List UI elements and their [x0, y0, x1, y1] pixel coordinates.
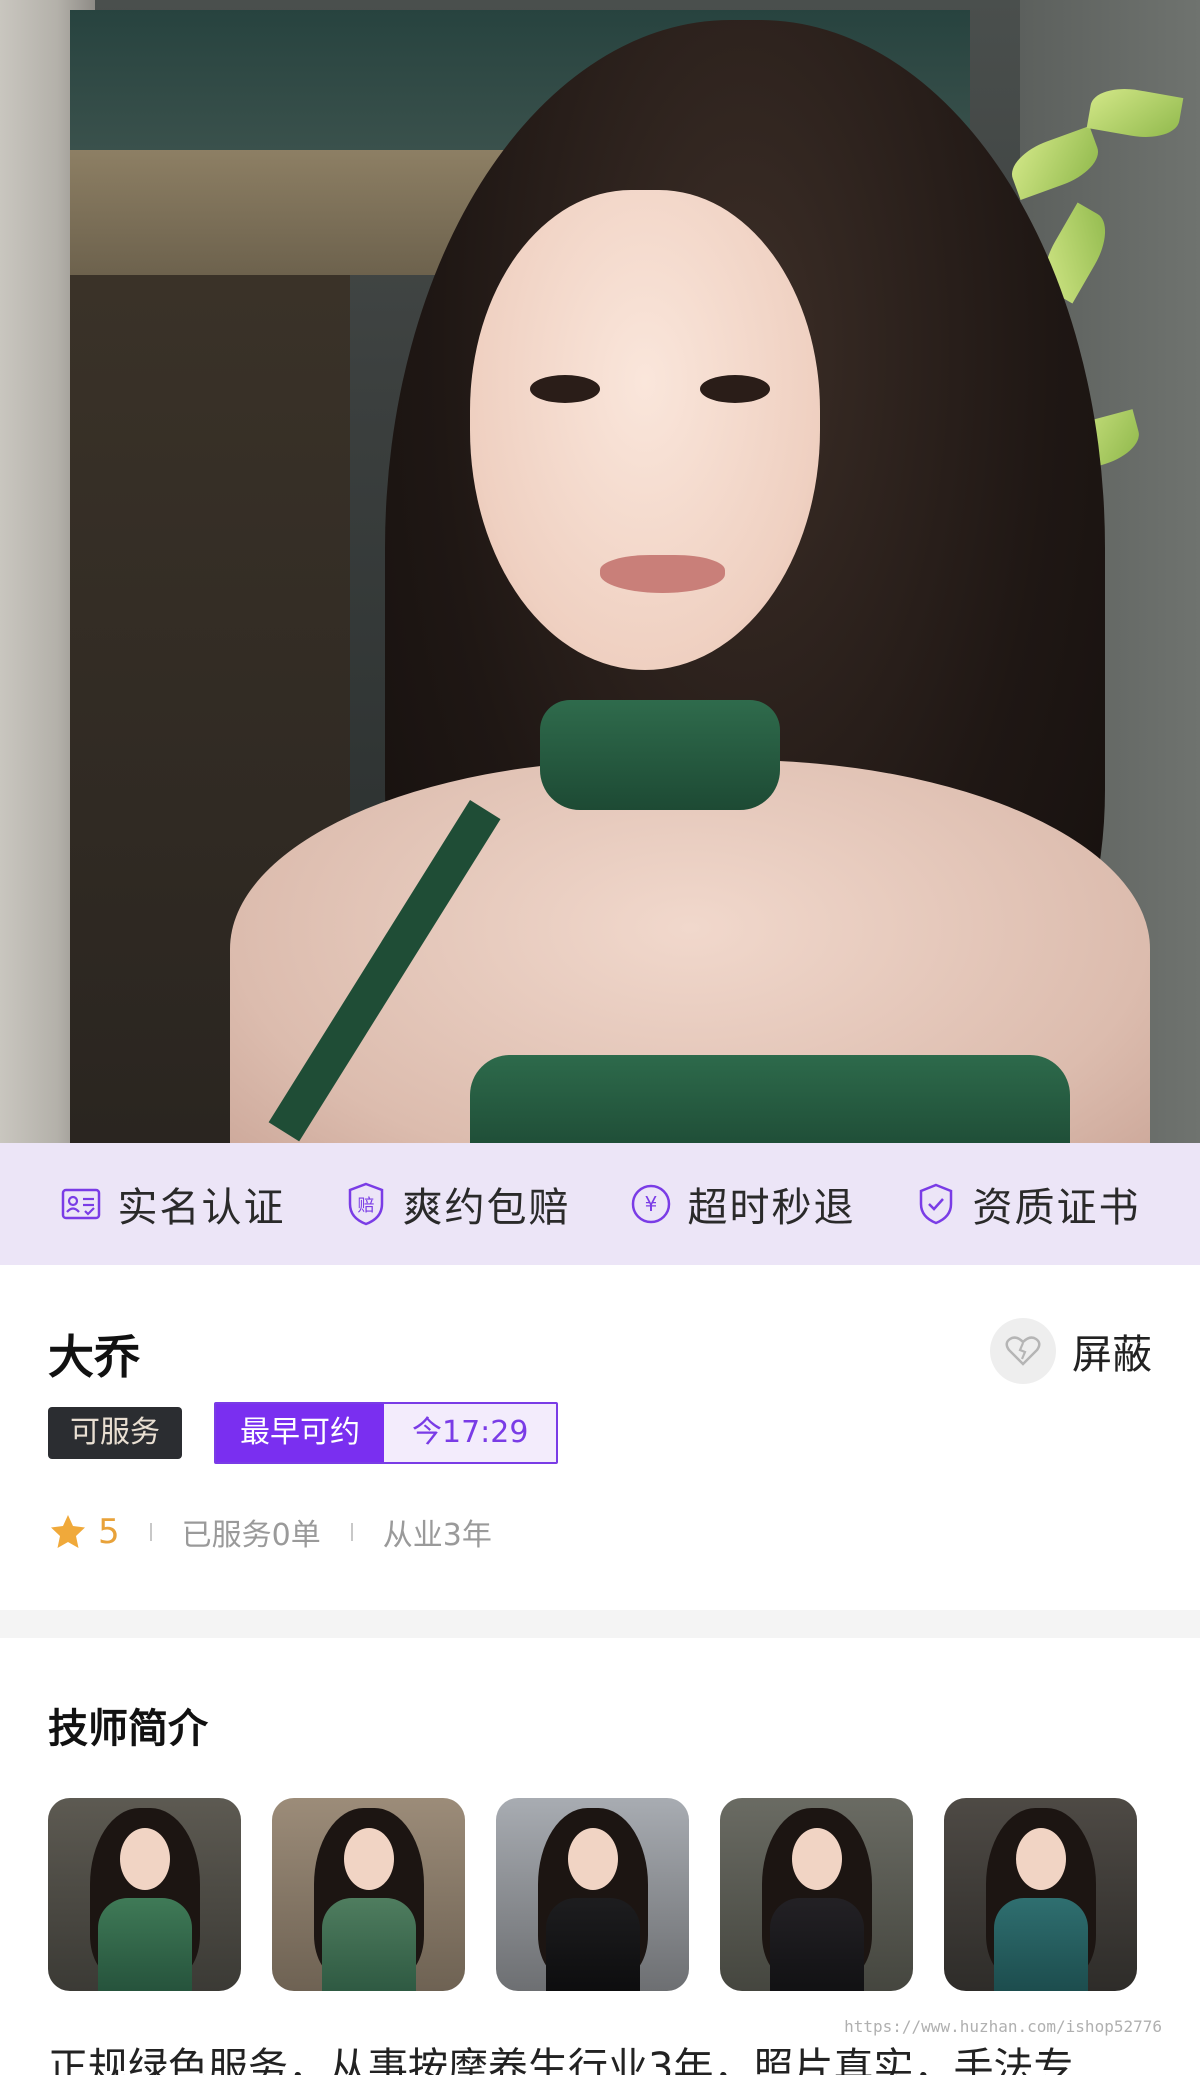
available-status-badge: 可服务 [48, 1407, 182, 1459]
badge-label: 超时秒退 [687, 1185, 856, 1231]
block-label: 屏蔽 [1072, 1332, 1152, 1378]
photo-dress [470, 1055, 1070, 1143]
earliest-booking-label: 最早可约 [216, 1404, 384, 1462]
gallery-thumbnail[interactable] [48, 1798, 241, 1991]
intro-title: 技师简介 [48, 1706, 208, 1752]
badge-certificate[interactable]: 资质证书 [915, 1175, 1141, 1233]
id-card-icon [60, 1183, 102, 1225]
photo-gallery [48, 1798, 1137, 1991]
status-tags: 可服务 最早可约 今17:29 [48, 1402, 559, 1464]
technician-name: 大乔 [48, 1330, 140, 1384]
shield-compensation-icon: 赔 [345, 1182, 387, 1226]
earliest-booking-time: 今17:29 [384, 1404, 557, 1462]
yen-circle-icon: ¥ [630, 1183, 672, 1225]
star-icon [51, 1515, 85, 1548]
guarantee-badge-bar: 实名认证 赔 爽约包赔 ¥ 超时秒退 资质证书 [0, 1143, 1200, 1265]
intro-section: 技师简介 正规绿色服务，从事按摩养生行业3年，照片真实，手法专 [0, 1638, 1200, 2075]
watermark: https://www.huzhan.com/ishop52776 [844, 2017, 1162, 2036]
hero-photo[interactable] [0, 0, 1200, 1143]
photo-eye [530, 375, 600, 403]
earliest-booking-tag[interactable]: 最早可约 今17:29 [214, 1402, 559, 1464]
technician-detail-page: 实名认证 赔 爽约包赔 ¥ 超时秒退 资质证书 大乔 屏蔽 可服务 最早可约 今… [0, 0, 1200, 2075]
profile-info: 大乔 屏蔽 可服务 最早可约 今17:29 5 已服务0单 从业3年 [0, 1265, 1200, 1610]
badge-label: 资质证书 [972, 1185, 1141, 1231]
served-count: 已服务0单 [181, 1518, 321, 1553]
badge-real-name[interactable]: 实名认证 [60, 1175, 286, 1233]
technician-stats: 5 已服务0单 从业3年 [48, 1510, 492, 1554]
stat-separator [149, 1523, 152, 1541]
badge-timeout-refund[interactable]: ¥ 超时秒退 [630, 1175, 856, 1233]
gallery-thumbnail[interactable] [944, 1798, 1137, 1991]
shield-check-icon [915, 1183, 957, 1225]
intro-text: 正规绿色服务，从事按摩养生行业3年，照片真实，手法专 [48, 2045, 1074, 2075]
rating-value: 5 [98, 1512, 120, 1552]
section-divider [0, 1610, 1200, 1638]
photo-face [470, 190, 820, 670]
photo-lips [600, 555, 725, 593]
gallery-thumbnail[interactable] [496, 1798, 689, 1991]
block-button[interactable]: 屏蔽 [990, 1318, 1152, 1384]
photo-collar [540, 700, 780, 810]
badge-no-show-compensation[interactable]: 赔 爽约包赔 [345, 1175, 571, 1233]
photo-eye [700, 375, 770, 403]
stat-separator [350, 1523, 353, 1541]
gallery-thumbnail[interactable] [272, 1798, 465, 1991]
badge-label: 实名认证 [117, 1185, 286, 1231]
badge-label: 爽约包赔 [402, 1185, 571, 1231]
shield-compensation-char: 赔 [357, 1196, 374, 1216]
yen-char: ¥ [644, 1192, 657, 1216]
broken-heart-icon [990, 1318, 1056, 1384]
gallery-thumbnail[interactable] [720, 1798, 913, 1991]
experience-years: 从业3年 [382, 1518, 492, 1553]
